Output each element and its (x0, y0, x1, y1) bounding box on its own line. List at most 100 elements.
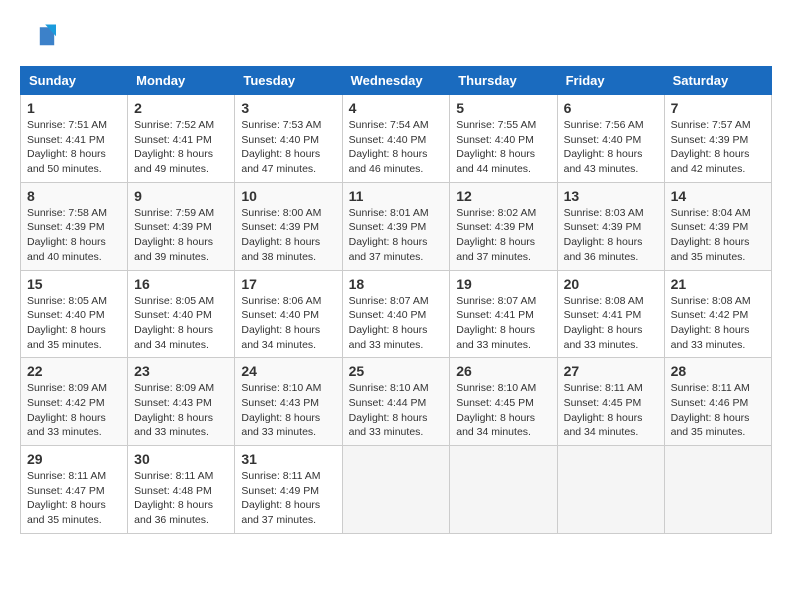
sunrise-text: Sunrise: 8:11 AM (27, 470, 106, 482)
sunrise-text: Sunrise: 8:09 AM (134, 382, 214, 394)
sunset-text: Sunset: 4:40 PM (564, 134, 642, 146)
col-tuesday: Tuesday (235, 67, 342, 95)
calendar-body: 1Sunrise: 7:51 AMSunset: 4:41 PMDaylight… (21, 95, 772, 534)
day-info: Sunrise: 8:05 AMSunset: 4:40 PMDaylight:… (134, 294, 228, 353)
sunset-text: Sunset: 4:49 PM (241, 485, 319, 497)
sunrise-text: Sunrise: 8:03 AM (564, 207, 644, 219)
sunrise-text: Sunrise: 7:58 AM (27, 207, 107, 219)
daylight-text: Daylight: 8 hours and 49 minutes. (134, 148, 213, 175)
sunset-text: Sunset: 4:39 PM (27, 221, 105, 233)
day-info: Sunrise: 8:11 AM Sunset: 4:49 PM Daylight:… (241, 469, 335, 528)
day-info: Sunrise: 8:01 AMSunset: 4:39 PMDaylight:… (349, 206, 444, 265)
sunset-text: Sunset: 4:46 PM (671, 397, 749, 409)
day-number: 30 (134, 451, 228, 467)
calendar-table: Sunday Monday Tuesday Wednesday Thursday… (20, 66, 772, 534)
sunset-text: Sunset: 4:44 PM (349, 397, 427, 409)
day-info: Sunrise: 7:57 AMSunset: 4:39 PMDaylight:… (671, 118, 765, 177)
calendar-day-cell: 22Sunrise: 8:09 AMSunset: 4:42 PMDayligh… (21, 358, 128, 446)
calendar-day-cell: 16Sunrise: 8:05 AMSunset: 4:40 PMDayligh… (128, 270, 235, 358)
calendar-day-cell: 28Sunrise: 8:11 AMSunset: 4:46 PMDayligh… (664, 358, 771, 446)
sunrise-text: Sunrise: 8:08 AM (671, 295, 751, 307)
day-number: 4 (349, 100, 444, 116)
daylight-text: Daylight: 8 hours and 37 minutes. (456, 236, 535, 263)
day-number: 31 (241, 451, 335, 467)
sunrise-text: Sunrise: 8:10 AM (456, 382, 536, 394)
calendar-day-cell: 8Sunrise: 7:58 AMSunset: 4:39 PMDaylight… (21, 182, 128, 270)
sunset-text: Sunset: 4:42 PM (27, 397, 105, 409)
day-number: 6 (564, 100, 658, 116)
day-number: 21 (671, 276, 765, 292)
calendar-day-cell: 26Sunrise: 8:10 AMSunset: 4:45 PMDayligh… (450, 358, 557, 446)
daylight-text: Daylight: 8 hours and 34 minutes. (241, 324, 320, 351)
daylight-text: Daylight: 8 hours and 43 minutes. (564, 148, 643, 175)
day-info: Sunrise: 8:07 AMSunset: 4:41 PMDaylight:… (456, 294, 550, 353)
day-number: 17 (241, 276, 335, 292)
sunrise-text: Sunrise: 8:11 AM (671, 382, 750, 394)
day-info: Sunrise: 8:08 AMSunset: 4:42 PMDaylight:… (671, 294, 765, 353)
sunset-text: Sunset: 4:39 PM (134, 221, 212, 233)
sunset-text: Sunset: 4:41 PM (134, 134, 212, 146)
sunset-text: Sunset: 4:39 PM (241, 221, 319, 233)
calendar-week-row: 15Sunrise: 8:05 AMSunset: 4:40 PMDayligh… (21, 270, 772, 358)
sunset-text: Sunset: 4:40 PM (241, 134, 319, 146)
calendar-day-cell (557, 446, 664, 534)
calendar-day-cell: 31 Sunrise: 8:11 AM Sunset: 4:49 PM Dayligh… (235, 446, 342, 534)
sunrise-text: Sunrise: 8:11 AM (241, 470, 320, 482)
sunset-text: Sunset: 4:39 PM (671, 221, 749, 233)
daylight-text: Daylight: 8 hours and 34 minutes. (456, 412, 535, 439)
daylight-text: Daylight: 8 hours and 38 minutes. (241, 236, 320, 263)
sunrise-text: Sunrise: 7:55 AM (456, 119, 536, 131)
day-info: Sunrise: 8:03 AMSunset: 4:39 PMDaylight:… (564, 206, 658, 265)
sunset-text: Sunset: 4:40 PM (349, 134, 427, 146)
daylight-text: Daylight: 8 hours and 47 minutes. (241, 148, 320, 175)
calendar-day-cell: 23Sunrise: 8:09 AMSunset: 4:43 PMDayligh… (128, 358, 235, 446)
calendar-day-cell: 7 Sunrise: 7:57 AMSunset: 4:39 PMDaylight… (664, 95, 771, 183)
day-info: Sunrise: 8:08 AMSunset: 4:41 PMDaylight:… (564, 294, 658, 353)
day-number: 5 (456, 100, 550, 116)
sunset-text: Sunset: 4:43 PM (134, 397, 212, 409)
daylight-text: Daylight: 8 hours and 35 minutes. (671, 412, 750, 439)
calendar-day-cell: 14Sunrise: 8:04 AMSunset: 4:39 PMDayligh… (664, 182, 771, 270)
day-number: 14 (671, 188, 765, 204)
calendar-day-cell: 18Sunrise: 8:07 AMSunset: 4:40 PMDayligh… (342, 270, 450, 358)
sunrise-text: Sunrise: 8:11 AM (134, 470, 213, 482)
calendar-day-cell: 4Sunrise: 7:54 AMSunset: 4:40 PMDaylight… (342, 95, 450, 183)
day-number: 20 (564, 276, 658, 292)
day-number: 22 (27, 363, 121, 379)
calendar-header-row: Sunday Monday Tuesday Wednesday Thursday… (21, 67, 772, 95)
col-saturday: Saturday (664, 67, 771, 95)
daylight-text: Daylight: 8 hours and 36 minutes. (564, 236, 643, 263)
daylight-text: Daylight: 8 hours and 39 minutes. (134, 236, 213, 263)
col-thursday: Thursday (450, 67, 557, 95)
daylight-text: Daylight: 8 hours and 36 minutes. (134, 499, 213, 526)
daylight-text: Daylight: 8 hours and 40 minutes. (27, 236, 106, 263)
sunrise-text: Sunrise: 7:52 AM (134, 119, 214, 131)
col-friday: Friday (557, 67, 664, 95)
sunset-text: Sunset: 4:39 PM (349, 221, 427, 233)
day-number: 25 (349, 363, 444, 379)
day-info: Sunrise: 7:53 AMSunset: 4:40 PMDaylight:… (241, 118, 335, 177)
sunrise-text: Sunrise: 8:05 AM (27, 295, 107, 307)
daylight-text: Daylight: 8 hours and 37 minutes. (241, 499, 320, 526)
day-number: 24 (241, 363, 335, 379)
day-number: 13 (564, 188, 658, 204)
day-number: 23 (134, 363, 228, 379)
sunrise-text: Sunrise: 7:59 AM (134, 207, 214, 219)
day-info: Sunrise: 8:10 AM Sunset: 4:45 PM Daylight:… (456, 381, 550, 440)
sunset-text: Sunset: 4:45 PM (456, 397, 534, 409)
day-info: Sunrise: 7:55 AMSunset: 4:40 PMDaylight:… (456, 118, 550, 177)
daylight-text: Daylight: 8 hours and 33 minutes. (456, 324, 535, 351)
sunset-text: Sunset: 4:43 PM (241, 397, 319, 409)
calendar-day-cell (342, 446, 450, 534)
day-info: Sunrise: 7:59 AM Sunset: 4:39 PM Daylight:… (134, 206, 228, 265)
logo (20, 20, 60, 56)
calendar-day-cell: 29Sunrise: 8:11 AMSunset: 4:47 PMDayligh… (21, 446, 128, 534)
sunrise-text: Sunrise: 8:06 AM (241, 295, 321, 307)
sunset-text: Sunset: 4:40 PM (456, 134, 534, 146)
sunset-text: Sunset: 4:40 PM (241, 309, 319, 321)
calendar-day-cell: 10Sunrise: 8:00 AMSunset: 4:39 PMDayligh… (235, 182, 342, 270)
sunrise-text: Sunrise: 8:09 AM (27, 382, 107, 394)
day-number: 7 (671, 100, 765, 116)
day-info: Sunrise: 8:10 AMSunset: 4:43 PMDaylight:… (241, 381, 335, 440)
sunset-text: Sunset: 4:40 PM (27, 309, 105, 321)
